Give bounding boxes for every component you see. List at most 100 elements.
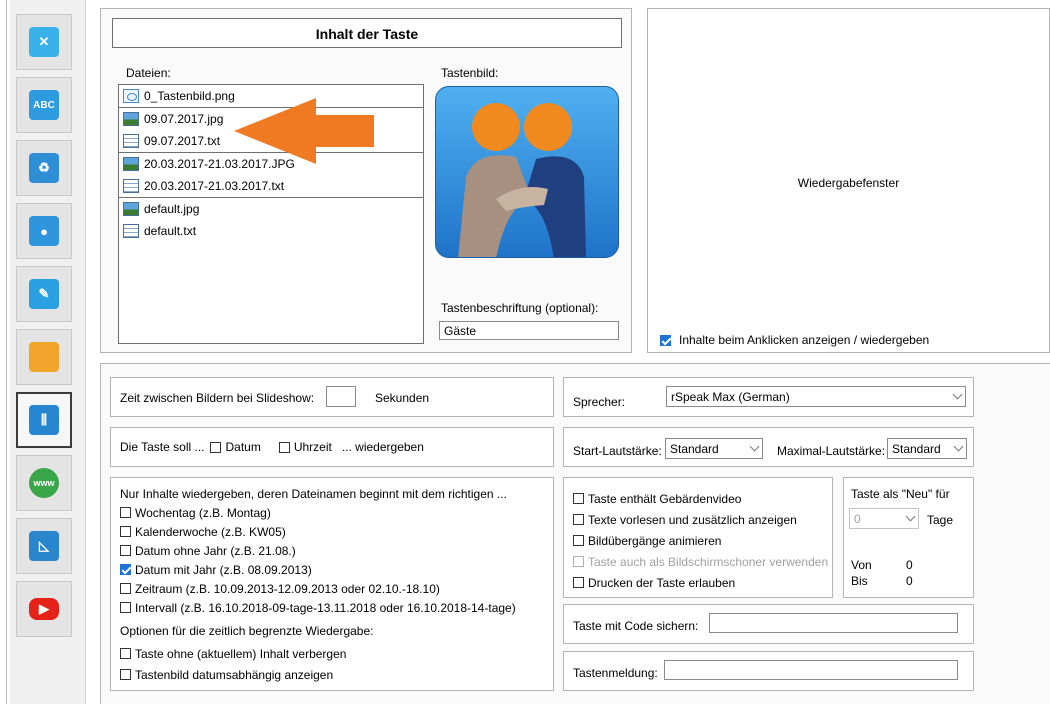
checkbox-label: Tastenbild datumsabhängig anzeigen [135, 667, 334, 682]
filename-filter-heading: Nur Inhalte wiedergeben, deren Dateiname… [120, 487, 507, 501]
checkbox-option[interactable]: Wochentag (z.B. Montag) [120, 503, 516, 522]
time-options-heading: Optionen für die zeitlich begrenzte Wied… [120, 624, 374, 638]
sidebar-tool[interactable]: ⫼ [16, 392, 72, 448]
new-days-select[interactable]: 0 [849, 508, 919, 529]
message-input[interactable] [664, 660, 958, 680]
speaker-select-value: rSpeak Max (German) [671, 389, 790, 404]
new-flag-heading: Taste als "Neu" für [851, 487, 950, 501]
speaker-select[interactable]: rSpeak Max (German) [666, 386, 966, 407]
www-globe-icon: www [29, 468, 59, 498]
message-label: Tastenmeldung: [573, 666, 658, 680]
checkbox-label: Datum mit Jahr (z.B. 08.09.2013) [135, 562, 312, 577]
sidebar-tool[interactable]: ♻ [16, 140, 72, 196]
checkbox-option[interactable]: Intervall (z.B. 16.10.2018-09-tage-13.11… [120, 598, 516, 617]
checkbox-option[interactable]: Tastenbild datumsabhängig anzeigen [120, 664, 346, 685]
to-value: 0 [906, 574, 913, 588]
show-on-click-label: Inhalte beim Anklicken anzeigen / wieder… [679, 333, 930, 347]
checkbox-box[interactable] [120, 669, 131, 680]
checkbox-option: Taste auch als Bildschirmschoner verwend… [573, 551, 828, 572]
checkbox-box[interactable] [120, 507, 131, 518]
checkbox-box[interactable] [573, 493, 584, 504]
checkbox-label: Taste enthält Gebärdenvideo [588, 491, 742, 506]
file-name: 20.03.2017-21.03.2017.txt [144, 179, 285, 193]
slideshow-seconds-input[interactable] [326, 386, 356, 407]
start-volume-value: Standard [670, 441, 719, 456]
checkbox-option[interactable]: Drucken der Taste erlauben [573, 572, 828, 593]
playback-options-prefix: Die Taste soll ... [120, 440, 205, 454]
edit-note-icon: ✎ [29, 279, 59, 309]
sidebar-tool[interactable]: ABC [16, 77, 72, 133]
date-checkbox[interactable] [210, 441, 222, 453]
sidebar-tool[interactable]: ◺ [16, 518, 72, 574]
slideshow-label: Zeit zwischen Bildern bei Slideshow: [120, 391, 315, 405]
max-volume-select[interactable]: Standard [887, 438, 967, 459]
checkbox-box[interactable] [120, 583, 131, 594]
chevron-down-icon [953, 441, 964, 452]
chevron-down-icon [905, 511, 916, 522]
sidebar-tool[interactable]: ✎ [16, 266, 72, 322]
slideshow-unit: Sekunden [375, 391, 430, 405]
checkbox-box[interactable] [660, 334, 671, 346]
sidebar-tool[interactable]: ✕ [16, 14, 72, 70]
key-options: Taste enthält Gebärdenvideo Texte vorlese… [573, 488, 828, 593]
checkbox-option[interactable]: Kalenderwoche (z.B. KW05) [120, 522, 516, 541]
start-volume-select[interactable]: Standard [665, 438, 763, 459]
checkbox-label: Texte vorlesen und zusätzlich anzeigen [588, 512, 797, 527]
checkbox-option[interactable]: Datum ohne Jahr (z.B. 21.08.) [120, 541, 516, 560]
sidebar-tool[interactable]: www [16, 455, 72, 511]
folder-icon [29, 342, 59, 372]
sidebar-tool[interactable]: ▶ [16, 581, 72, 637]
checkbox-label: Intervall (z.B. 16.10.2018-09-tage-13.11… [135, 600, 516, 615]
file-group: default.jpg default.txt [119, 198, 423, 242]
file-name: 09.07.2017.jpg [144, 112, 224, 126]
checkbox-box[interactable] [573, 577, 584, 588]
show-on-click-checkbox[interactable]: Inhalte beim Anklicken anzeigen / wieder… [660, 331, 929, 349]
text-file-icon [123, 224, 139, 238]
files-label: Dateien: [126, 66, 171, 80]
file-name: default.txt [144, 224, 197, 238]
max-volume-value: Standard [892, 441, 941, 456]
sliders-icon: ⫼ [29, 405, 59, 435]
checkbox-label: Taste ohne (aktuellem) Inhalt verbergen [135, 646, 347, 661]
max-volume-label: Maximal-Lautstärke: [777, 444, 886, 458]
checkbox-option[interactable]: Taste enthält Gebärdenvideo [573, 488, 828, 509]
image-file-icon [123, 89, 139, 103]
orange-arrow-annotation [234, 98, 374, 164]
date-checkbox-label: Datum [225, 440, 261, 454]
checkbox-label: Wochentag (z.B. Montag) [135, 505, 271, 520]
checkbox-box[interactable] [573, 514, 584, 525]
playback-options-row: Die Taste soll ... Datum Uhrzeit ... wie… [120, 438, 424, 456]
filename-filter-options: Wochentag (z.B. Montag) Kalenderwoche (z.… [120, 503, 516, 617]
code-label: Taste mit Code sichern: [573, 619, 699, 633]
key-image-label: Tastenbild: [441, 66, 499, 80]
chevron-down-icon [749, 441, 760, 452]
checkbox-box[interactable] [120, 648, 131, 659]
checkbox-box[interactable] [573, 535, 584, 546]
checkbox-label: Datum ohne Jahr (z.B. 21.08.) [135, 543, 296, 558]
page-title: Inhalt der Taste [112, 18, 622, 48]
checkbox-option[interactable]: Taste ohne (aktuellem) Inhalt verbergen [120, 643, 346, 664]
checkbox-option[interactable]: Bildübergänge animieren [573, 530, 828, 551]
text-file-icon [123, 179, 139, 193]
code-input[interactable] [709, 613, 958, 633]
checkbox-option[interactable]: Texte vorlesen und zusätzlich anzeigen [573, 509, 828, 530]
checkbox-box[interactable] [120, 545, 131, 556]
file-list-item[interactable]: default.txt [119, 220, 423, 242]
caption-field[interactable]: Gäste [439, 321, 619, 340]
checkbox-box[interactable] [120, 564, 131, 575]
checkbox-box[interactable] [120, 526, 131, 537]
checkbox-label: Drucken der Taste erlauben [588, 575, 736, 590]
ruler-triangle-icon: ◺ [29, 531, 59, 561]
from-value: 0 [906, 558, 913, 572]
sidebar-tool[interactable] [16, 329, 72, 385]
key-image[interactable] [435, 86, 619, 258]
checkbox-label: Taste auch als Bildschirmschoner verwend… [588, 554, 829, 569]
checkbox-option[interactable]: Zeitraum (z.B. 10.09.2013-12.09.2013 ode… [120, 579, 516, 598]
handshake-icon [458, 103, 586, 257]
file-list-item[interactable]: 20.03.2017-21.03.2017.txt [119, 175, 423, 197]
file-list-item[interactable]: default.jpg [119, 198, 423, 220]
time-checkbox[interactable] [278, 441, 290, 453]
checkbox-option[interactable]: Datum mit Jahr (z.B. 08.09.2013) [120, 560, 516, 579]
checkbox-box[interactable] [120, 602, 131, 613]
sidebar-tool[interactable]: ● [16, 203, 72, 259]
